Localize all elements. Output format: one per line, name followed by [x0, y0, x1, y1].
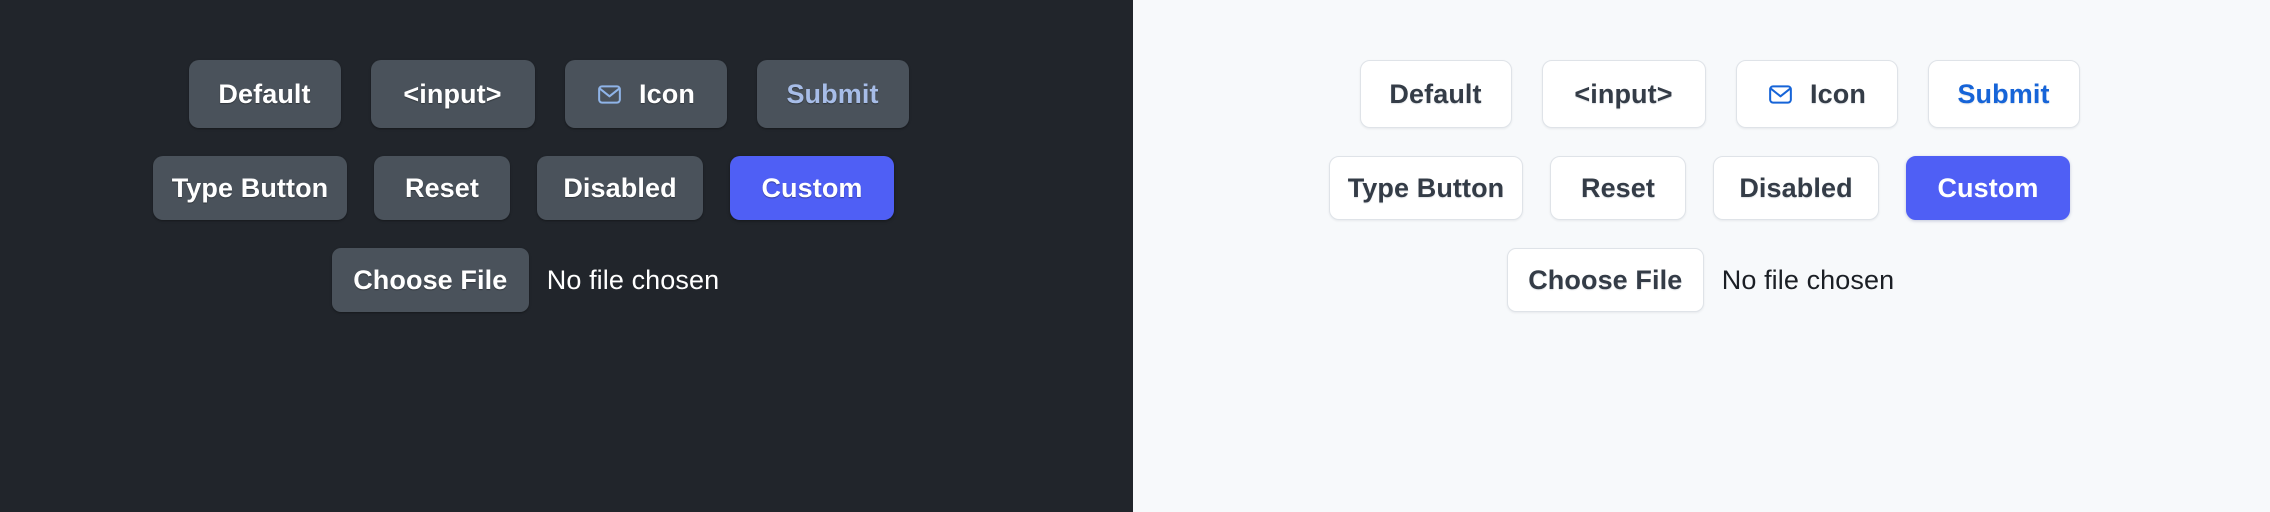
submit-button[interactable]: Submit [756, 60, 909, 128]
choose-file-button[interactable]: Choose File [331, 248, 529, 312]
choose-file-button[interactable]: Choose File [1506, 248, 1704, 312]
light-theme-panel: Default <input> Icon Submit Type Button … [1133, 0, 2270, 512]
dark-button-row-3: Choose File No file chosen [331, 248, 720, 312]
light-button-row-2: Type Button Reset Disabled Custom [1329, 156, 2070, 220]
custom-button[interactable]: Custom [1906, 156, 2070, 220]
dark-theme-panel: Default <input> Icon Submit Type Button … [0, 0, 1133, 512]
file-status-label: No file chosen [1721, 264, 1895, 295]
light-button-row-3: Choose File No file chosen [1506, 248, 1895, 312]
default-button[interactable]: Default [1359, 60, 1512, 128]
light-button-row-1: Default <input> Icon Submit [1359, 60, 2080, 128]
disabled-button[interactable]: Disabled [1713, 156, 1879, 220]
file-status-label: No file chosen [546, 264, 720, 295]
input-button[interactable]: <input> [370, 60, 535, 128]
file-input-group: Choose File No file chosen [1506, 248, 1895, 312]
icon-button[interactable]: Icon [1735, 60, 1898, 128]
default-button[interactable]: Default [188, 60, 341, 128]
disabled-button[interactable]: Disabled [537, 156, 703, 220]
dark-button-row-2: Type Button Reset Disabled Custom [153, 156, 894, 220]
type-button[interactable]: Type Button [1329, 156, 1523, 220]
dark-button-row-1: Default <input> Icon Submit [188, 60, 909, 128]
submit-button[interactable]: Submit [1927, 60, 2080, 128]
type-button[interactable]: Type Button [153, 156, 347, 220]
icon-button-label: Icon [639, 78, 695, 109]
icon-button-label: Icon [1810, 78, 1866, 109]
icon-button[interactable]: Icon [564, 60, 727, 128]
custom-button[interactable]: Custom [730, 156, 894, 220]
button-showcase-stage: Default <input> Icon Submit Type Button … [0, 0, 2270, 512]
reset-button[interactable]: Reset [374, 156, 510, 220]
mail-envelope-icon [596, 81, 623, 108]
input-button[interactable]: <input> [1541, 60, 1706, 128]
file-input-group: Choose File No file chosen [331, 248, 720, 312]
reset-button[interactable]: Reset [1550, 156, 1686, 220]
mail-envelope-icon [1767, 81, 1794, 108]
